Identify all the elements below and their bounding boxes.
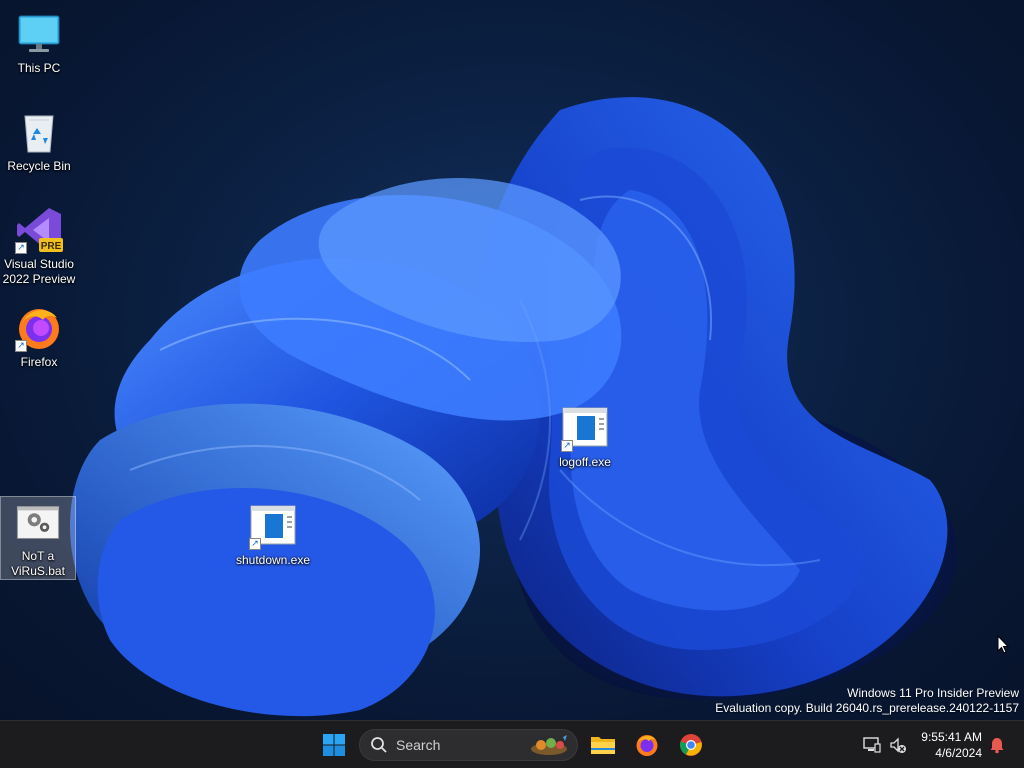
search-placeholder: Search xyxy=(396,737,441,753)
desktop-icon-label: NoT a ViRuS.bat xyxy=(11,549,65,578)
desktop-icon-shutdown-exe[interactable]: ↗ shutdown.exe xyxy=(235,498,311,568)
volume-muted-icon[interactable] xyxy=(889,736,907,754)
desktop-icon-recycle-bin[interactable]: Recycle Bin xyxy=(1,104,77,174)
shortcut-arrow-icon: ↗ xyxy=(561,440,573,452)
shortcut-arrow-icon: ↗ xyxy=(15,242,27,254)
taskbar-search-box[interactable]: Search xyxy=(359,729,578,761)
taskbar-firefox[interactable] xyxy=(629,727,665,763)
desktop-icon-logoff-exe[interactable]: ↗ logoff.exe xyxy=(547,400,623,470)
firefox-icon xyxy=(636,735,658,756)
recycle-bin-icon xyxy=(24,115,54,153)
system-clock[interactable]: 9:55:41 AM 4/6/2024 xyxy=(921,729,982,761)
desktop-icon-this-pc[interactable]: This PC xyxy=(1,6,77,76)
watermark-build: Evaluation copy. Build 26040.rs_prerelea… xyxy=(715,701,1019,715)
preview-badge-text: PRE xyxy=(41,241,62,252)
desktop-icon-label: Visual Studio 2022 Preview xyxy=(2,257,76,286)
taskbar: Search 9:55:41 AM 4/6/2024 xyxy=(0,720,1024,768)
evaluation-watermark: Windows 11 Pro Insider Preview Evaluatio… xyxy=(715,686,1019,716)
wallpaper-bloom xyxy=(70,97,958,717)
batch-file-icon xyxy=(16,506,60,539)
monitor-icon xyxy=(18,15,60,52)
desktop-icon-visual-studio[interactable]: PRE ↗ Visual Studio 2022 Preview xyxy=(1,202,77,287)
start-button[interactable] xyxy=(316,727,352,763)
taskbar-file-explorer[interactable] xyxy=(585,727,621,763)
folder-icon xyxy=(591,737,615,754)
taskbar-chrome[interactable] xyxy=(673,727,709,763)
shortcut-arrow-icon: ↗ xyxy=(15,340,27,352)
network-icon[interactable] xyxy=(863,736,881,754)
desktop-icon-firefox[interactable]: ↗ Firefox xyxy=(1,300,77,370)
chrome-icon xyxy=(680,734,702,756)
desktop-icon-label: logoff.exe xyxy=(559,455,611,469)
desktop-icon-label: Firefox xyxy=(20,355,58,369)
search-icon xyxy=(371,737,387,753)
clock-date: 4/6/2024 xyxy=(935,746,982,760)
clock-time: 9:55:41 AM xyxy=(921,730,982,744)
desktop-icon-label: shutdown.exe xyxy=(235,553,311,567)
notification-bell-icon[interactable] xyxy=(988,736,1006,754)
shortcut-arrow-icon: ↗ xyxy=(249,538,261,550)
desktop-icon-label: Recycle Bin xyxy=(7,159,71,173)
mouse-cursor-icon xyxy=(997,635,1009,654)
search-highlight-icon xyxy=(531,735,567,755)
desktop-icon-label: This PC xyxy=(17,61,61,75)
watermark-edition: Windows 11 Pro Insider Preview xyxy=(847,686,1019,700)
desktop-icon-batch-file[interactable]: NoT a ViRuS.bat xyxy=(0,496,76,580)
windows-start-icon xyxy=(323,734,345,756)
desktop[interactable]: This PC Recycle Bin PRE ↗ Visual Studio … xyxy=(0,0,1024,720)
